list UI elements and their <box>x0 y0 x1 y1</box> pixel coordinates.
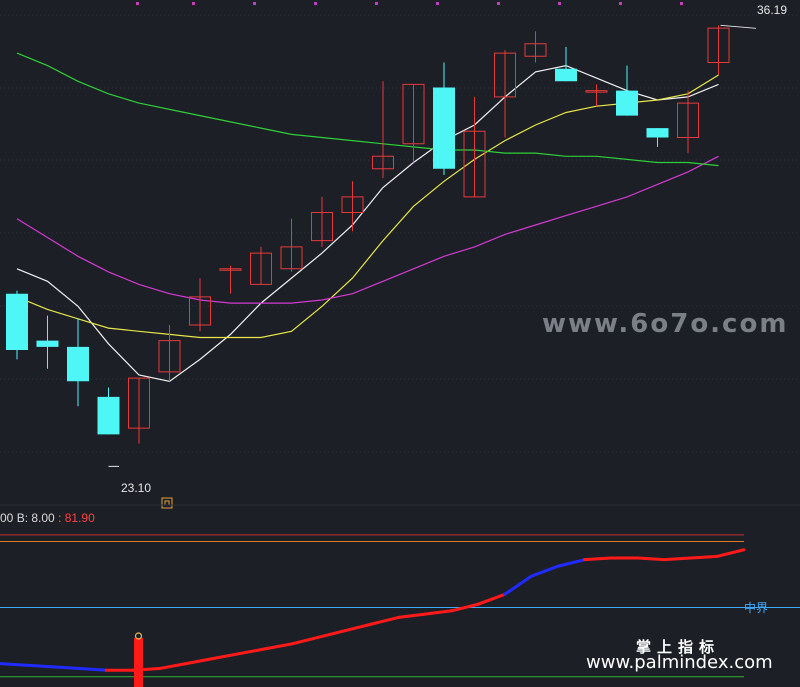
top-marker <box>375 2 378 5</box>
candle-body-down <box>616 90 638 116</box>
indicator-segment <box>157 662 188 671</box>
candle-body-down <box>97 396 120 435</box>
low-price-label: 23.10 <box>121 481 152 495</box>
indicator-segment <box>211 652 241 661</box>
top-marker <box>497 2 500 5</box>
signal-bar <box>134 638 143 687</box>
indicator-segment <box>529 564 560 578</box>
top-marker <box>436 2 439 5</box>
indicator-segment <box>78 667 108 672</box>
top-marker <box>558 2 561 5</box>
ma-line-ma_magenta <box>16 155 719 304</box>
indicator-segment <box>317 629 347 639</box>
indicator-params-label: 00 B: 8.00 : 81.90 <box>0 511 95 525</box>
candle-body-down <box>67 346 89 382</box>
indicator-segment <box>0 662 29 667</box>
indicator-segment <box>662 556 693 562</box>
indicator-segment <box>636 556 666 562</box>
grid-lines <box>0 14 800 453</box>
top-marker <box>136 2 139 5</box>
candle-body-down <box>555 68 577 82</box>
ma-line-ma_green <box>16 52 719 167</box>
top-marker <box>253 2 256 5</box>
top-marker <box>192 2 195 5</box>
extreme-markers <box>108 24 757 509</box>
candle-body-down <box>6 293 28 350</box>
brand-url: www.palmindex.com <box>586 652 773 673</box>
indicator-segment <box>237 647 268 656</box>
indicator-segment <box>503 574 533 596</box>
indicator-segment <box>715 548 746 558</box>
indicator-segment <box>290 635 321 646</box>
top-marker <box>314 2 317 5</box>
signal-box <box>161 497 173 509</box>
indicator-value: 81.90 <box>64 511 95 525</box>
indicator-segment <box>51 665 82 671</box>
indicator-segment <box>476 592 507 606</box>
indicator-segment <box>556 558 587 568</box>
indicator-segment <box>25 663 55 669</box>
chart-canvas <box>0 2 800 687</box>
top-marker <box>680 2 683 5</box>
indicator-segment <box>370 615 401 626</box>
indicator-segment <box>689 554 719 560</box>
signal-box-inner <box>164 500 170 506</box>
indicator-segment <box>423 609 454 616</box>
indicator-segment <box>264 642 294 651</box>
top-markers <box>136 2 683 5</box>
indicator-segment <box>397 612 427 619</box>
indicator-segment <box>343 622 374 633</box>
indicator-segment <box>184 657 215 666</box>
indicator-sep: : <box>54 511 65 525</box>
high-price-label: 36.19 <box>757 3 788 17</box>
indicator-prefix: 00 <box>0 511 14 525</box>
candle-body-down <box>433 87 455 169</box>
candle-body-down <box>36 340 59 347</box>
indicator-b-param: B: 8.00 <box>16 511 55 525</box>
top-marker <box>619 2 622 5</box>
candle-body-down <box>646 128 669 138</box>
watermark-6o7o: www.6o7o.com <box>542 309 789 339</box>
mid-line-label: 中界 <box>744 601 769 615</box>
indicator-segment <box>583 556 613 562</box>
